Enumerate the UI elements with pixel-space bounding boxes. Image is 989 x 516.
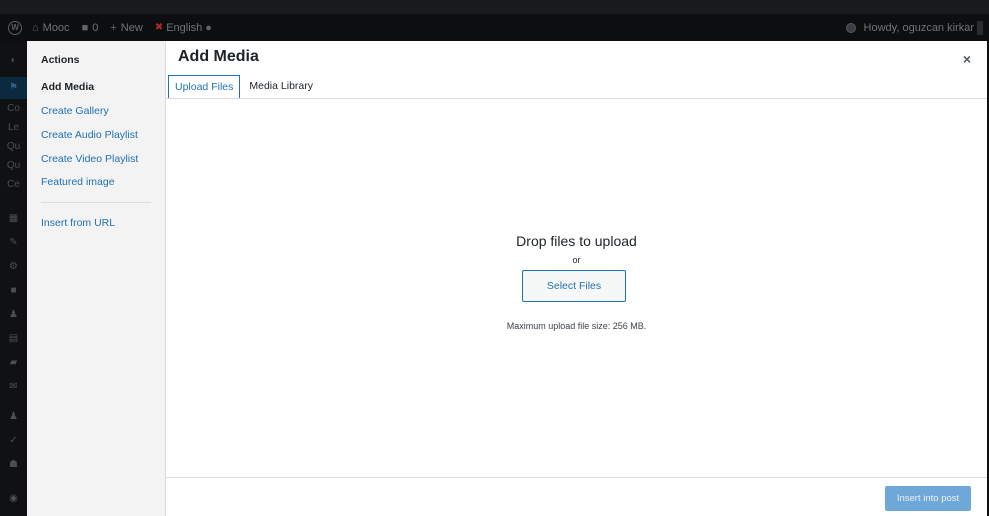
- comments-icon[interactable]: ■: [0, 285, 27, 296]
- menu-item-create-audio-playlist[interactable]: Create Audio Playlist: [41, 129, 138, 141]
- menu-partial-label-5[interactable]: Ce: [0, 179, 27, 190]
- calendar-icon[interactable]: ▦: [0, 213, 27, 224]
- max-upload-size-text: Maximum upload file size: 256 MB.: [506, 321, 647, 331]
- upload-drop-zone[interactable]: Drop files to upload or Select Files Max…: [166, 99, 987, 477]
- menu-partial-label-3[interactable]: Qu: [0, 141, 27, 152]
- router-tabs: Upload Files Media Library: [168, 75, 322, 99]
- forums-icon[interactable]: ⚙: [0, 261, 27, 272]
- menu-separator: [41, 202, 151, 203]
- wordpress-logo-icon[interactable]: W: [8, 20, 22, 35]
- howdy-label: Howdy, oguzcan kirkar: [863, 21, 974, 34]
- media-toolbar: Insert into post: [166, 477, 987, 516]
- avatar-icon: [845, 22, 856, 33]
- comments-count: 0: [92, 21, 99, 34]
- select-files-button[interactable]: Select Files: [522, 270, 626, 302]
- info-icon: ●: [205, 21, 212, 34]
- menu-item-create-video-playlist[interactable]: Create Video Playlist: [41, 153, 138, 165]
- tab-upload-files[interactable]: Upload Files: [168, 75, 241, 99]
- language-label: English: [166, 21, 203, 34]
- avatar: [977, 20, 983, 35]
- tab-media-library[interactable]: Media Library: [243, 75, 319, 99]
- admin-menu: ◐ ⚑ Co Le Qu Qu Ce ▦ ✎ ⚙ ■ ♟ ▤ ▰ ✉ ♟ ✓ ☗…: [0, 41, 27, 516]
- drop-files-text: Drop files to upload: [516, 233, 637, 249]
- admin-bar: W ⌂ Mooc ■ 0 + New ✖ English ● Howdy, og…: [0, 14, 989, 41]
- dashboard-icon[interactable]: ◐: [0, 55, 27, 66]
- media-folder-icon[interactable]: ▰: [0, 357, 27, 368]
- site-name-link[interactable]: ⌂ Mooc: [32, 22, 70, 34]
- media-frame-menu: Actions Add Media Create Gallery Create …: [27, 41, 166, 516]
- comments-link[interactable]: ■ 0: [82, 22, 99, 34]
- settings-icon[interactable]: ☗: [0, 459, 27, 470]
- feedback-icon[interactable]: ▤: [0, 333, 27, 344]
- users-icon[interactable]: ♟: [0, 411, 27, 422]
- plus-icon: +: [110, 21, 117, 34]
- tools-icon[interactable]: ✓: [0, 435, 27, 446]
- menu-item-create-gallery[interactable]: Create Gallery: [41, 105, 109, 117]
- home-icon: ⌂: [32, 21, 39, 34]
- collapse-menu-icon[interactable]: ◉: [0, 493, 27, 504]
- users-group-icon[interactable]: ♟: [0, 309, 27, 320]
- email-icon[interactable]: ✉: [0, 381, 27, 392]
- menu-item-add-media[interactable]: Add Media: [41, 81, 94, 93]
- menu-item-featured-image[interactable]: Featured image: [41, 176, 115, 188]
- new-content-link[interactable]: + New: [110, 22, 142, 34]
- menu-partial-label-1[interactable]: Co: [0, 103, 27, 114]
- my-account[interactable]: Howdy, oguzcan kirkar: [845, 20, 983, 35]
- modal-title: Add Media: [178, 48, 259, 65]
- site-name-label: Mooc: [42, 21, 70, 34]
- menu-item-insert-from-url[interactable]: Insert from URL: [41, 217, 115, 229]
- uk-flag-icon: ✖: [154, 22, 164, 33]
- insert-into-post-button[interactable]: Insert into post: [885, 486, 971, 511]
- menu-partial-label-2[interactable]: Le: [0, 122, 27, 133]
- pin-icon[interactable]: ✎: [0, 237, 27, 248]
- window-top-strip: [0, 0, 989, 14]
- or-text: or: [572, 255, 581, 265]
- new-label: New: [120, 21, 143, 34]
- add-media-modal: Actions Add Media Create Gallery Create …: [27, 41, 987, 516]
- close-icon[interactable]: ×: [963, 51, 971, 67]
- actions-heading: Actions: [41, 54, 80, 66]
- comment-icon: ■: [81, 21, 89, 34]
- language-switcher[interactable]: ✖ English ●: [155, 22, 216, 34]
- courses-menu-icon[interactable]: ⚑: [0, 77, 27, 99]
- menu-partial-label-4[interactable]: Qu: [0, 160, 27, 171]
